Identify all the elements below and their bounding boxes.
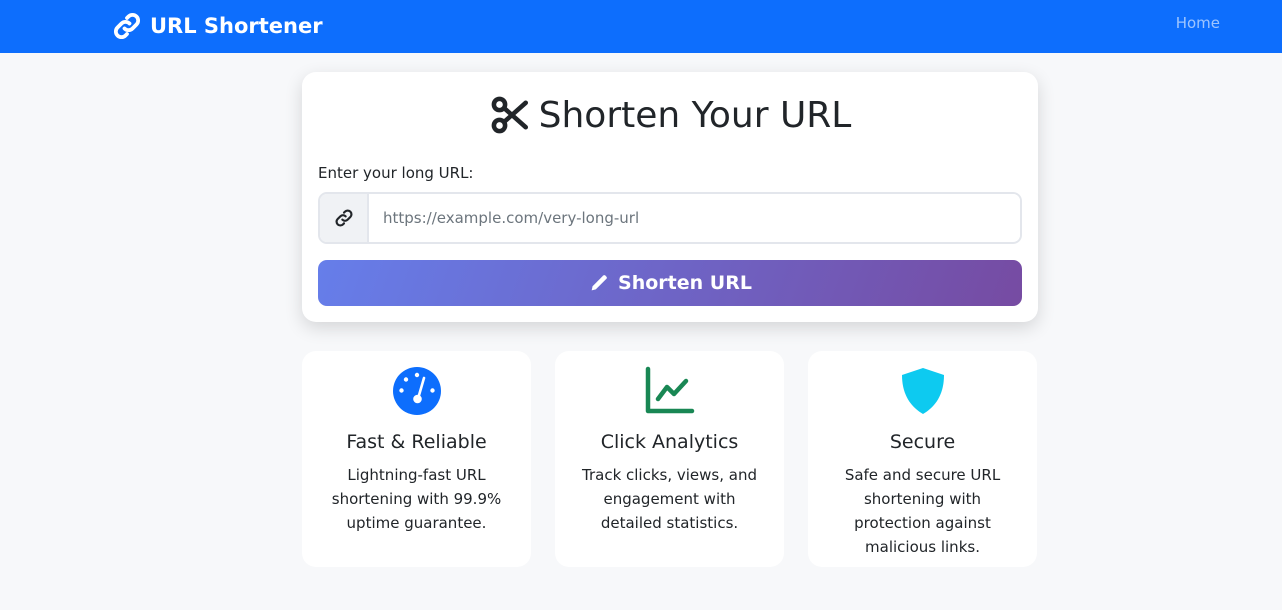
shield-icon (901, 368, 944, 414)
navbar: URL Shortener Home (0, 0, 1282, 53)
line-chart-icon (645, 366, 694, 414)
feature-description: Track clicks, views, and engagement with… (582, 466, 757, 532)
feature-title: Click Analytics (600, 431, 739, 453)
shorten-button-label: Shorten URL (618, 272, 752, 294)
page-title: Shorten Your URL (302, 92, 1038, 138)
feature-title: Secure (889, 431, 956, 453)
feature-description: Safe and secure URL shortening with prot… (844, 466, 1001, 556)
link-icon (334, 209, 353, 227)
speedometer-icon (392, 367, 441, 415)
url-input-label: Enter your long URL: (318, 164, 474, 182)
title-text: Shorten Your URL (538, 94, 852, 136)
input-addon (320, 194, 369, 242)
url-input[interactable] (369, 194, 1020, 242)
feature-card-analytics: Click Analytics Track clicks, views, and… (555, 351, 784, 567)
pencil-icon (591, 275, 607, 291)
link-icon (113, 12, 141, 40)
url-input-group (318, 192, 1022, 244)
brand-link[interactable]: URL Shortener (112, 11, 323, 41)
feature-card-secure: Secure Safe and secure URL shortening wi… (808, 351, 1037, 567)
shortener-card: Shorten Your URL Enter your long URL: Sh… (302, 72, 1038, 322)
nav-home-link[interactable]: Home (1176, 14, 1220, 32)
brand-title: URL Shortener (150, 14, 323, 38)
shorten-url-button[interactable]: Shorten URL (318, 260, 1022, 306)
feature-description: Lightning-fast URL shortening with 99.9%… (331, 466, 502, 532)
scissors-icon (491, 96, 528, 134)
feature-title: Fast & Reliable (346, 431, 487, 453)
feature-card-fast: Fast & Reliable Lightning-fast URL short… (302, 351, 531, 567)
